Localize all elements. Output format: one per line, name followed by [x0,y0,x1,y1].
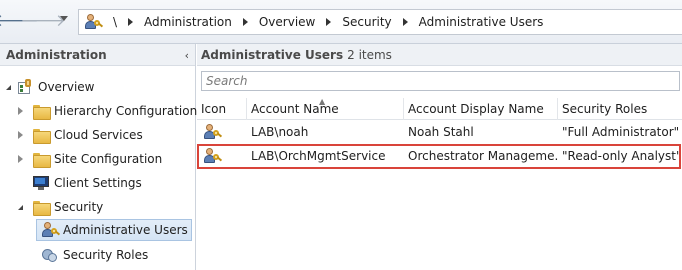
tree-item-label: Overview [38,80,95,94]
folder-icon [33,128,51,144]
column-header-account-display-name[interactable]: Account Display Name [404,98,558,120]
history-dropdown-icon[interactable] [60,16,68,21]
breadcrumb-administration[interactable]: Administration [144,15,232,29]
account-display-name-cell: Orchestrator Manageme... [408,148,558,163]
expand-arrow-icon[interactable] [18,131,23,139]
security-roles-cell: "Read-only Analyst" [562,148,682,163]
breadcrumb-separator-icon[interactable] [242,18,248,26]
forward-arrow-icon[interactable]: 🡒 [20,10,66,32]
tree-item-security[interactable]: Security [18,196,103,218]
breadcrumb: \ Administration Overview Security Admin… [111,15,543,29]
nav-header-title: Administration [6,47,107,62]
tree-item-label: Administrative Users [63,223,188,237]
page-title: Administrative Users [201,47,344,62]
breadcrumb-overview[interactable]: Overview [259,15,316,29]
collapse-arrow-icon[interactable] [6,84,11,90]
folder-icon [33,200,51,216]
table-row[interactable]: LAB\noah Noah Stahl "Full Administrator" [197,120,682,143]
tree-item-label: Hierarchy Configuration [54,104,198,118]
breadcrumb-separator-icon[interactable] [326,18,332,26]
tree-item-client-settings[interactable]: Client Settings [33,172,142,194]
address-bar[interactable]: \ Administration Overview Security Admin… [78,9,682,35]
user-key-icon [204,123,223,140]
breadcrumb-administrative-users[interactable]: Administrative Users [419,15,544,29]
row-icon-cell [197,120,247,143]
sort-ascending-icon: ▲ [319,97,326,106]
tree-item-hierarchy-configuration[interactable]: Hierarchy Configuration [18,100,197,122]
user-key-icon [204,147,223,164]
results-table: Icon Account Name Account Display Name S… [197,97,682,169]
tree-item-security-roles[interactable]: Security Roles [42,244,148,266]
folder-icon [33,104,51,120]
account-name-cell: LAB\OrchMgmtService [251,148,386,163]
navigation-pane: Administration ‹ Overview Hierarchy Conf… [0,44,197,270]
tree-item-label: Security [54,200,104,214]
table-header: Icon Account Name Account Display Name S… [197,97,682,120]
tree-item-site-configuration[interactable]: Site Configuration [18,148,162,170]
expand-arrow-icon[interactable] [18,107,23,115]
tree-item-administrative-users[interactable]: Administrative Users [36,219,192,241]
monitor-icon [33,175,49,191]
account-display-name-cell: Noah Stahl [408,124,474,139]
tree-item-overview[interactable]: Overview [6,76,95,98]
security-roles-cell: "Full Administrator" [562,124,680,139]
user-key-icon [85,14,104,30]
column-header-security-roles[interactable]: Security Roles [558,98,682,120]
expand-arrow-icon[interactable] [18,155,23,163]
user-key-icon [42,222,61,238]
item-count: 2 items [347,47,392,62]
details-header: Administrative Users 2 items [197,44,682,66]
overview-icon [17,79,33,95]
nav-header: Administration ‹ [0,44,195,66]
tree-item-cloud-services[interactable]: Cloud Services [18,124,143,146]
breadcrumb-root[interactable]: \ [113,15,117,29]
table-row[interactable]: LAB\OrchMgmtService Orchestrator Managem… [197,144,682,169]
security-roles-icon [42,247,58,263]
details-pane: Administrative Users 2 items Search Icon… [197,44,682,270]
tree-item-label: Security Roles [63,248,149,262]
tree-item-label: Cloud Services [54,128,143,142]
column-header-icon[interactable]: Icon [197,98,247,120]
account-name-cell: LAB\noah [251,124,309,139]
address-toolbar: 🡐 🡒 \ Administration Overview Security A… [0,0,682,44]
tree-item-label: Client Settings [54,176,142,190]
collapse-pane-icon[interactable]: ‹ [185,49,189,62]
collapse-arrow-icon[interactable] [18,204,23,210]
column-header-account-name[interactable]: Account Name [247,98,404,120]
folder-icon [33,152,51,168]
breadcrumb-separator-icon[interactable] [402,18,408,26]
breadcrumb-security[interactable]: Security [342,15,391,29]
search-input[interactable]: Search [201,71,680,91]
row-icon-cell [197,144,247,167]
tree-item-label: Site Configuration [54,152,163,166]
breadcrumb-separator-icon[interactable] [128,18,134,26]
